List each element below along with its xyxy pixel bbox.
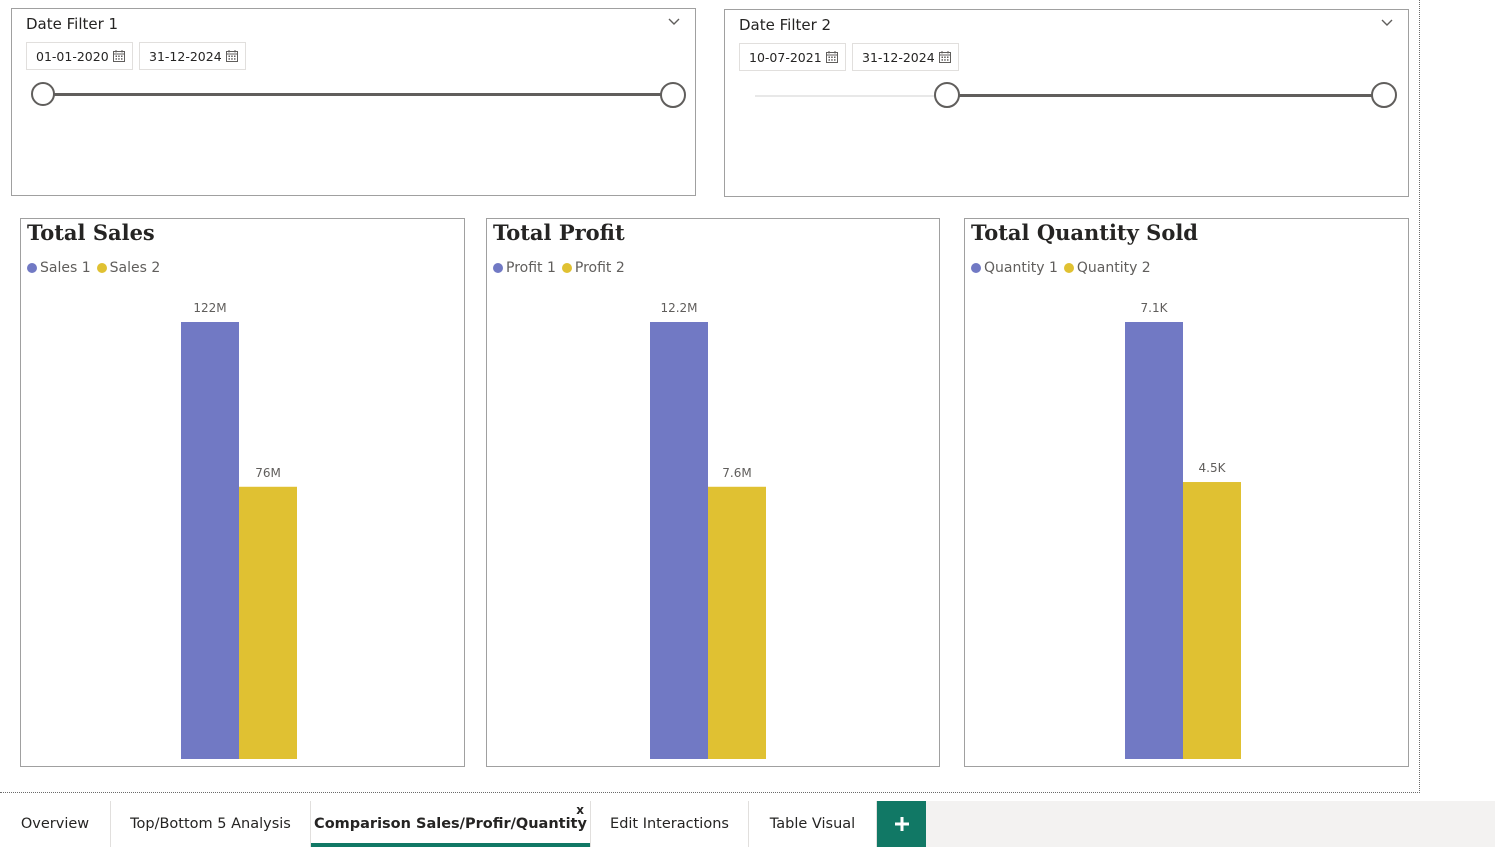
end-date-input[interactable]: 31-12-2024 bbox=[852, 43, 959, 71]
add-page-button[interactable] bbox=[877, 801, 926, 847]
bar-profit-1[interactable] bbox=[650, 322, 708, 759]
total-quantity-sold-chart[interactable]: 7.1K 4.5K Total Quantity Sold Quantity 1 … bbox=[964, 218, 1409, 767]
legend-marker bbox=[561, 263, 572, 273]
tab-comparison[interactable]: Comparison Sales/Profir/Quantity x bbox=[311, 801, 591, 847]
chart-legend: Quantity 1 Quantity 2 bbox=[971, 260, 1151, 276]
chart-title: Total Quantity Sold bbox=[971, 220, 1198, 245]
total-sales-chart[interactable]: 122M 76M Total Sales Sales 1 Sales 2 bbox=[20, 218, 465, 767]
calendar-icon[interactable] bbox=[225, 49, 239, 63]
total-profit-chart[interactable]: 12.2M 7.6M Total Profit Profit 1 Profit 2 bbox=[486, 218, 940, 767]
tab-label: Overview bbox=[20, 816, 90, 832]
data-label: 76M bbox=[255, 466, 281, 480]
chevron-down-icon[interactable] bbox=[667, 15, 681, 29]
legend-label: Profit 2 bbox=[574, 260, 625, 276]
range-start-handle[interactable] bbox=[31, 82, 55, 106]
legend-label: Profit 1 bbox=[506, 260, 556, 276]
range-start-handle[interactable] bbox=[934, 82, 960, 108]
page-boundary-bottom bbox=[0, 792, 1420, 793]
report-canvas: Date Filter 1 01-01-2020 31-12-2024 Date… bbox=[0, 0, 1495, 847]
end-date-value: 31-12-2024 bbox=[149, 48, 222, 64]
data-label: 4.5K bbox=[1199, 461, 1227, 475]
slicer-title: Date Filter 1 bbox=[26, 15, 119, 33]
data-label: 12.2M bbox=[660, 301, 697, 315]
date-range-track[interactable] bbox=[955, 94, 1383, 97]
range-end-handle[interactable] bbox=[1371, 82, 1397, 108]
end-date-input[interactable]: 31-12-2024 bbox=[139, 42, 246, 70]
start-date-value: 01-01-2020 bbox=[36, 48, 109, 64]
legend-marker bbox=[971, 263, 981, 273]
calendar-icon[interactable] bbox=[938, 50, 952, 64]
legend-label: Quantity 2 bbox=[1076, 260, 1151, 276]
bar-profit-2[interactable] bbox=[708, 486, 766, 759]
tab-overview[interactable]: Overview bbox=[0, 801, 111, 847]
bar-sales-2[interactable] bbox=[239, 486, 297, 759]
legend-label: Quantity 1 bbox=[984, 260, 1058, 276]
legend-marker bbox=[96, 263, 107, 273]
chevron-down-icon[interactable] bbox=[1380, 16, 1394, 30]
chart-legend: Sales 1 Sales 2 bbox=[27, 260, 160, 276]
total-quantity-sold-chart-plot: 7.1K 4.5K bbox=[1125, 301, 1241, 759]
legend-marker bbox=[1063, 263, 1074, 273]
range-end-handle[interactable] bbox=[660, 82, 686, 108]
legend-label: Sales 2 bbox=[109, 260, 161, 276]
legend-marker bbox=[27, 263, 37, 273]
tab-label: Edit Interactions bbox=[610, 816, 729, 832]
legend-marker bbox=[493, 263, 503, 273]
data-label: 7.1K bbox=[1141, 301, 1169, 315]
date-filter-2-slicer[interactable]: Date Filter 2 10-07-2021 31-12-2024 bbox=[724, 9, 1409, 197]
chart-title: Total Profit bbox=[493, 220, 625, 245]
calendar-icon[interactable] bbox=[112, 49, 126, 63]
bar-quantity-2[interactable] bbox=[1183, 482, 1241, 759]
tab-label: Top/Bottom 5 Analysis bbox=[130, 816, 291, 832]
calendar-icon[interactable] bbox=[825, 50, 839, 64]
legend-item-profit-2[interactable]: Profit 2 bbox=[561, 260, 625, 276]
legend-item-quantity-1[interactable]: Quantity 1 bbox=[971, 260, 1058, 276]
data-label: 7.6M bbox=[722, 466, 751, 480]
chart-legend: Profit 1 Profit 2 bbox=[493, 260, 625, 276]
data-label: 122M bbox=[193, 301, 226, 315]
legend-label: Sales 1 bbox=[40, 260, 91, 276]
tab-top-bottom-5-analysis[interactable]: Top/Bottom 5 Analysis bbox=[111, 801, 311, 847]
start-date-input[interactable]: 01-01-2020 bbox=[26, 42, 133, 70]
start-date-input[interactable]: 10-07-2021 bbox=[739, 43, 846, 71]
legend-item-profit-1[interactable]: Profit 1 bbox=[493, 260, 556, 276]
slicer-title: Date Filter 2 bbox=[739, 16, 832, 34]
bar-sales-1[interactable] bbox=[181, 322, 239, 759]
legend-item-sales-2[interactable]: Sales 2 bbox=[96, 260, 161, 276]
bar-quantity-1[interactable] bbox=[1125, 322, 1183, 759]
tab-label: Comparison Sales/Profir/Quantity bbox=[314, 816, 587, 832]
date-range-track-inactive[interactable] bbox=[755, 95, 955, 97]
tab-table-visual[interactable]: Table Visual bbox=[749, 801, 877, 847]
plus-icon bbox=[894, 817, 909, 831]
tab-label: Table Visual bbox=[769, 816, 856, 832]
end-date-value: 31-12-2024 bbox=[862, 49, 935, 65]
date-range-track[interactable] bbox=[44, 93, 672, 96]
total-profit-chart-plot: 12.2M 7.6M bbox=[650, 301, 766, 759]
total-sales-chart-plot: 122M 76M bbox=[181, 301, 297, 759]
chart-title: Total Sales bbox=[27, 220, 155, 245]
start-date-value: 10-07-2021 bbox=[749, 49, 822, 65]
date-filter-1-slicer[interactable]: Date Filter 1 01-01-2020 31-12-2024 bbox=[11, 8, 696, 196]
tab-edit-interactions[interactable]: Edit Interactions bbox=[591, 801, 749, 847]
legend-item-quantity-2[interactable]: Quantity 2 bbox=[1063, 260, 1151, 276]
legend-item-sales-1[interactable]: Sales 1 bbox=[27, 260, 91, 276]
page-tab-bar: Overview Top/Bottom 5 Analysis Compariso… bbox=[0, 801, 1495, 847]
page-boundary-right bbox=[1419, 0, 1420, 793]
close-tab-icon[interactable]: x bbox=[576, 803, 584, 817]
